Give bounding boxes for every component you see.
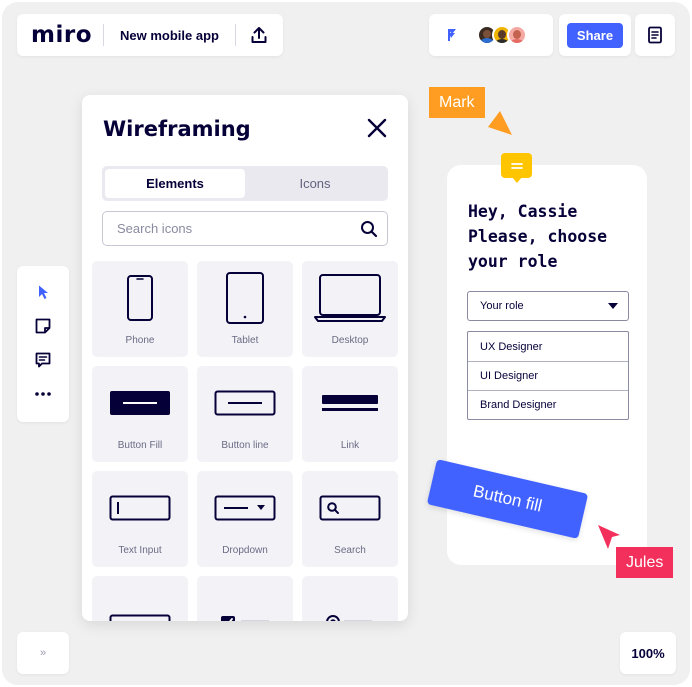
miro-logo[interactable]: miro (17, 22, 103, 48)
miro-flag-icon[interactable] (445, 27, 459, 43)
element-label: Link (340, 440, 360, 451)
expand-panel-button[interactable]: » (17, 632, 69, 674)
desktop-icon (314, 274, 386, 322)
element-dropdown[interactable]: Dropdown (197, 471, 293, 567)
element-desktop[interactable]: Desktop (302, 261, 398, 357)
element-text-area[interactable] (92, 576, 188, 621)
avatar-group[interactable] (477, 25, 527, 45)
search-input[interactable] (103, 212, 351, 245)
role-option[interactable]: UX Designer (468, 332, 628, 361)
close-button[interactable] (366, 117, 388, 144)
comment-marker[interactable] (501, 153, 532, 183)
dropdown-icon (214, 495, 276, 521)
element-search[interactable]: Search (302, 471, 398, 567)
share-panel: Share (559, 14, 631, 56)
greeting-line: your role (468, 252, 558, 271)
element-label: Desktop (331, 335, 369, 346)
upload-button[interactable] (236, 26, 282, 44)
more-icon (35, 392, 51, 396)
notes-icon (648, 26, 662, 44)
notes-button[interactable] (635, 14, 675, 56)
cursor-mark-icon (488, 111, 512, 135)
search-button[interactable] (351, 220, 387, 238)
role-option[interactable]: UI Designer (468, 361, 628, 390)
button-fill-icon (110, 391, 170, 415)
text-input-icon (109, 495, 171, 521)
share-button[interactable]: Share (566, 22, 624, 48)
search-box-icon (319, 495, 381, 521)
greeting-text: Hey, Cassie Please, choose your role (468, 199, 607, 274)
element-label: Dropdown (222, 545, 268, 556)
link-icon (322, 395, 378, 411)
more-tools[interactable] (33, 384, 53, 404)
comment-lines-icon (510, 162, 523, 169)
comment-icon (35, 352, 51, 368)
cursor-label-jules: Jules (616, 547, 674, 578)
collaborators-panel (429, 14, 553, 56)
comment-tool[interactable] (33, 350, 53, 370)
tab-switch: Elements Icons (102, 166, 388, 201)
element-label: Phone (125, 335, 155, 346)
upload-icon (251, 27, 267, 43)
search-icon (361, 220, 378, 237)
element-label: Search (334, 545, 366, 556)
element-label: Button line (221, 440, 269, 451)
text-area-icon (109, 614, 171, 621)
element-link[interactable]: Link (302, 366, 398, 462)
greeting-line: Hey, Cassie (468, 202, 578, 221)
left-toolbar (17, 266, 69, 422)
search-box (102, 211, 388, 246)
tab-elements[interactable]: Elements (105, 169, 245, 198)
element-label: Tablet (231, 335, 259, 346)
button-line-icon (214, 390, 276, 416)
sticky-note-tool[interactable] (33, 316, 53, 336)
element-button-line[interactable]: Button line (197, 366, 293, 462)
avatar[interactable] (507, 25, 527, 45)
board-header: miro New mobile app (17, 14, 283, 56)
element-button-fill[interactable]: Button Fill (92, 366, 188, 462)
zoom-level[interactable]: 100% (620, 632, 676, 674)
greeting-line: Please, choose (468, 227, 608, 246)
caret-down-icon (608, 303, 618, 309)
element-label: Text Input (118, 545, 162, 556)
element-checkbox-list[interactable] (197, 576, 293, 621)
element-radio-list[interactable] (302, 576, 398, 621)
wireframing-panel: Wireframing Elements Icons Search icons … (82, 95, 408, 621)
select-tool[interactable] (33, 282, 53, 302)
role-dropdown-value: Your role (480, 300, 524, 312)
phone-icon (127, 275, 153, 321)
element-tablet[interactable]: Tablet (197, 261, 293, 357)
cursor-icon (39, 285, 48, 299)
sticky-note-icon (35, 318, 51, 334)
role-dropdown[interactable]: Your role (467, 291, 629, 321)
board-title[interactable]: New mobile app (104, 28, 235, 43)
element-grid: Phone Tablet Desktop Button Fill Button … (92, 261, 398, 621)
checkbox-list-icon (221, 616, 269, 621)
cursor-label-mark: Mark (429, 87, 485, 118)
close-icon (367, 118, 387, 138)
element-text-input[interactable]: Text Input (92, 471, 188, 567)
element-phone[interactable]: Phone (92, 261, 188, 357)
board-canvas[interactable]: miro New mobile app Share » 100% Wirefra… (2, 2, 690, 685)
panel-title: Wireframing (103, 117, 251, 141)
tab-icons[interactable]: Icons (245, 169, 385, 198)
tablet-icon (226, 272, 264, 324)
radio-list-icon (326, 615, 372, 621)
role-option[interactable]: Brand Designer (468, 390, 628, 419)
role-options: UX Designer UI Designer Brand Designer (467, 331, 629, 420)
element-label: Button Fill (117, 440, 163, 451)
